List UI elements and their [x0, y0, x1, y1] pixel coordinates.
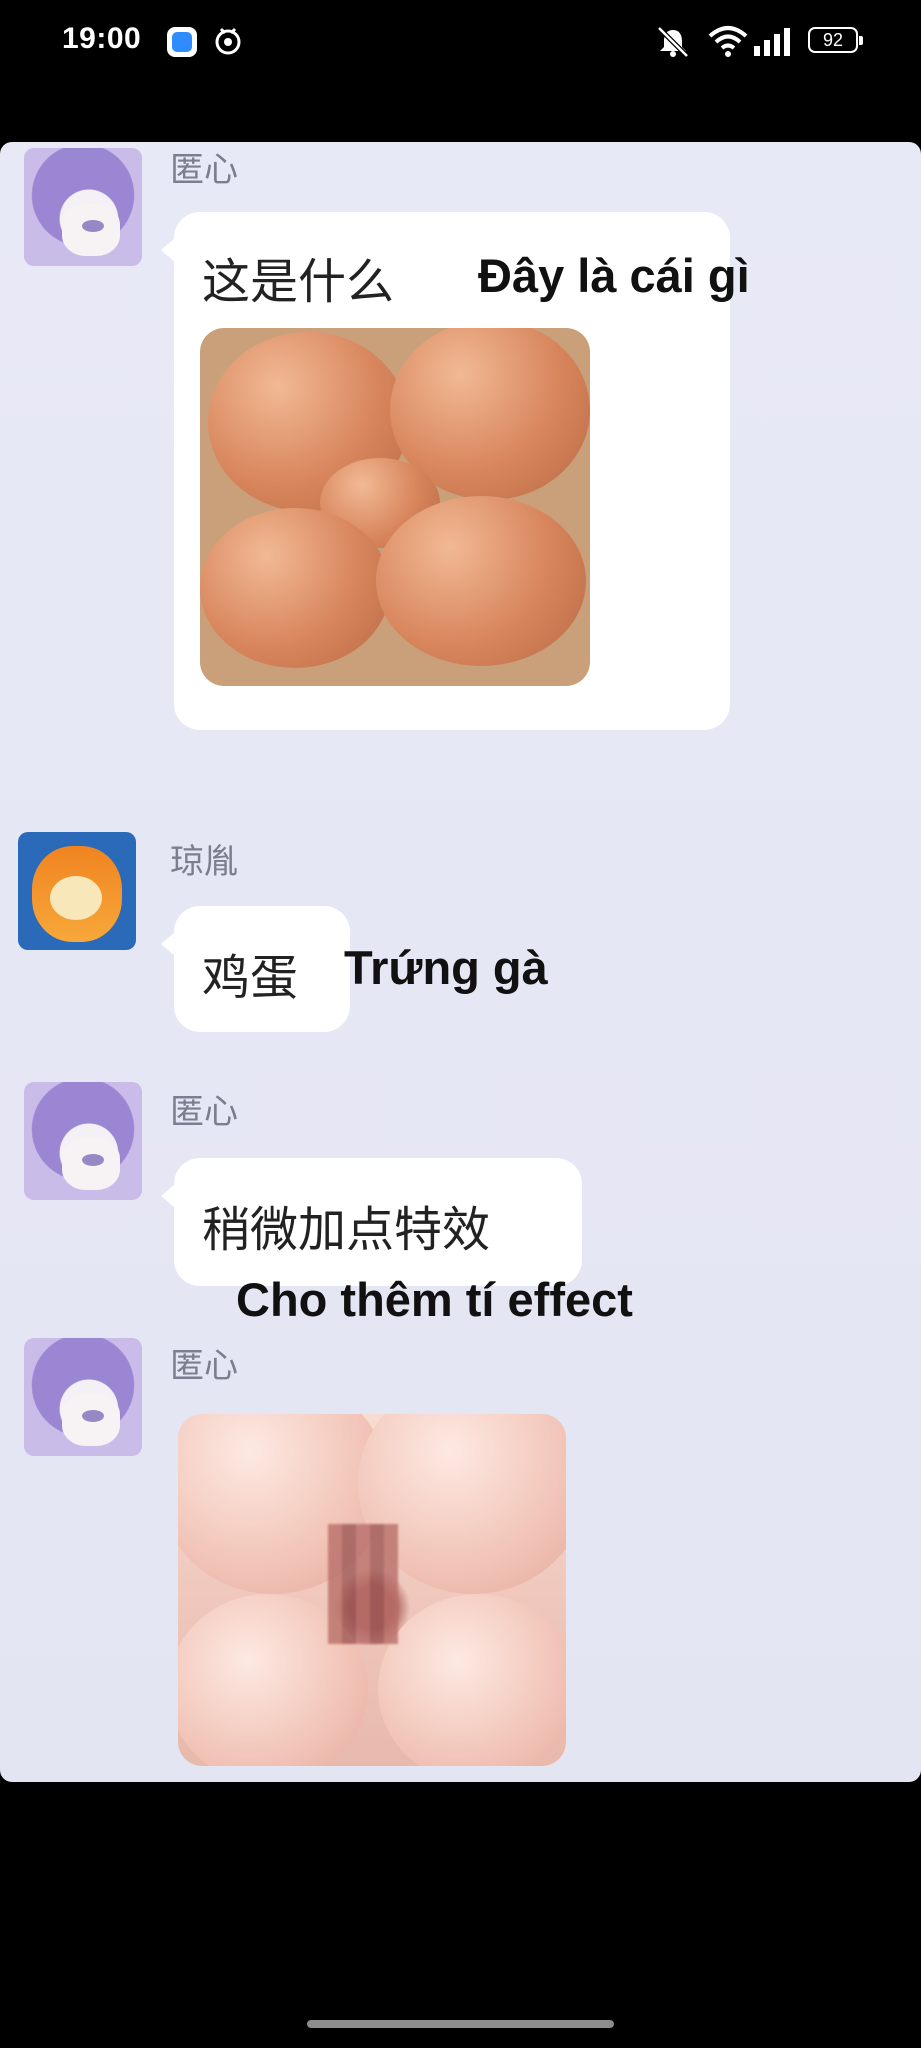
message-bubble[interactable]: 鸡蛋	[161, 906, 350, 1032]
wifi-icon	[708, 26, 748, 57]
sender-name: 匿心	[170, 151, 238, 189]
battery-icon: 92	[808, 27, 863, 53]
sender-name: 匿心	[170, 1093, 238, 1131]
pixelated-photo[interactable]	[178, 1414, 566, 1766]
message-text: 这是什么	[202, 254, 395, 310]
avatar[interactable]	[24, 1082, 142, 1200]
sender-name: 琼胤	[170, 843, 238, 881]
chat-screenshot: 匿心 这是什么 Đây là cái gì 琼胤 鸡蛋 Trứng gà 匿心 …	[0, 142, 921, 1782]
message-text: 鸡蛋	[202, 950, 299, 1006]
message-translation: Đây là cái gì	[478, 249, 750, 302]
message-translation: Cho thêm tí effect	[236, 1273, 633, 1326]
avatar[interactable]	[24, 148, 142, 266]
eggs-photo[interactable]	[200, 328, 590, 686]
message-translation: Trứng gà	[344, 941, 548, 994]
signal-icon	[754, 28, 790, 56]
avatar[interactable]	[18, 832, 136, 950]
status-time: 19:00	[62, 22, 142, 55]
home-indicator[interactable]	[307, 2020, 614, 2028]
mosaic-blur	[328, 1524, 398, 1644]
app-notification-icon	[167, 27, 197, 57]
avatar[interactable]	[24, 1338, 142, 1456]
swirl-notification-icon	[215, 27, 241, 55]
mute-bell-icon	[657, 26, 689, 58]
message-bubble[interactable]: 稍微加点特效	[161, 1158, 582, 1286]
message-text: 稍微加点特效	[202, 1202, 491, 1258]
sender-name: 匿心	[170, 1347, 238, 1385]
status-bar: 19:00 92	[0, 0, 921, 84]
